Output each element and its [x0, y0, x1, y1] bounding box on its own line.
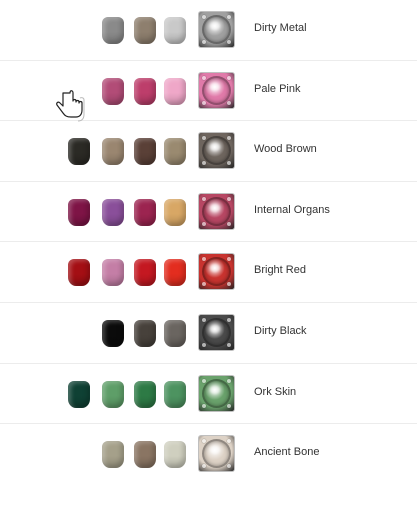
paint-pot-group	[68, 380, 188, 408]
paint-pot-swatch[interactable]	[68, 259, 90, 287]
paint-pot-group	[68, 259, 188, 287]
paint-pot-swatch[interactable]	[68, 138, 90, 166]
paint-pot-swatch[interactable]	[102, 380, 124, 408]
paint-scheme-row[interactable]: Dirty Black	[0, 303, 417, 364]
paint-pot-swatch[interactable]	[164, 77, 186, 105]
paint-pot-swatch[interactable]	[134, 198, 156, 226]
scheme-name-label: Ancient Bone	[254, 446, 320, 459]
paint-scheme-row[interactable]: Bright Red	[0, 242, 417, 303]
scheme-name-label: Wood Brown	[254, 143, 317, 156]
scheme-name-label: Bright Red	[254, 264, 306, 277]
scheme-preview-thumbnail[interactable]	[199, 314, 234, 350]
paint-pot-group	[68, 441, 188, 469]
paint-pot-group	[68, 319, 188, 347]
scheme-name-label: Dirty Black	[254, 324, 307, 337]
paint-pot-group	[68, 138, 188, 166]
scheme-preview-thumbnail[interactable]	[199, 12, 234, 47]
scheme-preview-thumbnail[interactable]	[199, 72, 234, 108]
scheme-preview-thumbnail[interactable]	[199, 254, 234, 290]
paint-pot-swatch[interactable]	[134, 259, 156, 287]
paint-pot-swatch[interactable]	[164, 319, 186, 347]
paint-pot-swatch[interactable]	[164, 259, 186, 287]
paint-pot-swatch[interactable]	[68, 380, 90, 408]
paint-pot-group	[68, 77, 188, 105]
paint-pot-swatch[interactable]	[102, 77, 124, 105]
paint-scheme-row[interactable]: Pale Pink	[0, 61, 417, 122]
scheme-preview-thumbnail[interactable]	[199, 375, 234, 411]
paint-pot-swatch[interactable]	[134, 380, 156, 408]
paint-pot-swatch[interactable]	[102, 198, 124, 226]
paint-pot-swatch[interactable]	[164, 198, 186, 226]
paint-pot-group	[68, 198, 188, 226]
paint-pot-group	[68, 17, 188, 44]
paint-pot-swatch[interactable]	[164, 441, 186, 469]
paint-pot-swatch[interactable]	[164, 17, 186, 44]
paint-pot-swatch[interactable]	[102, 259, 124, 287]
paint-pot-swatch[interactable]	[134, 319, 156, 347]
paint-pot-swatch[interactable]	[102, 138, 124, 166]
paint-pot-swatch[interactable]	[164, 138, 186, 166]
paint-scheme-list: Dirty Metal Pale Pink Wood Brown Internal O…	[0, 0, 417, 485]
paint-pot-swatch[interactable]	[102, 319, 124, 347]
scheme-name-label: Internal Organs	[254, 203, 330, 216]
paint-scheme-row[interactable]: Internal Organs	[0, 182, 417, 243]
paint-pot-swatch[interactable]	[134, 17, 156, 44]
paint-pot-swatch[interactable]	[68, 198, 90, 226]
scheme-preview-thumbnail[interactable]	[199, 436, 234, 472]
paint-scheme-row[interactable]: Ancient Bone	[0, 424, 417, 485]
paint-scheme-row[interactable]: Dirty Metal	[0, 0, 417, 61]
paint-pot-swatch[interactable]	[164, 380, 186, 408]
scheme-name-label: Pale Pink	[254, 82, 301, 95]
paint-pot-swatch[interactable]	[102, 17, 124, 44]
paint-scheme-row[interactable]: Ork Skin	[0, 364, 417, 425]
scheme-name-label: Ork Skin	[254, 385, 297, 398]
paint-scheme-row[interactable]: Wood Brown	[0, 121, 417, 182]
scheme-name-label: Dirty Metal	[254, 22, 307, 34]
paint-pot-swatch[interactable]	[102, 441, 124, 469]
scheme-preview-thumbnail[interactable]	[199, 193, 234, 229]
paint-pot-swatch[interactable]	[134, 138, 156, 166]
scheme-preview-thumbnail[interactable]	[199, 133, 234, 169]
paint-pot-swatch[interactable]	[134, 77, 156, 105]
paint-pot-swatch[interactable]	[134, 441, 156, 469]
